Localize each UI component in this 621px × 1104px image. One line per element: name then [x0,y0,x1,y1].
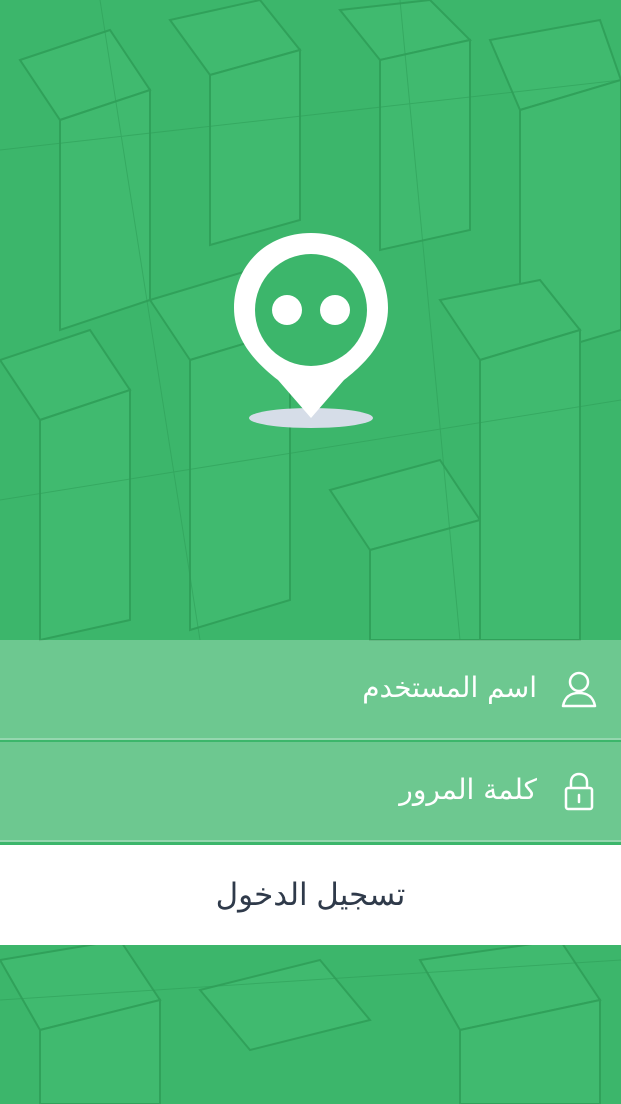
lock-icon [564,772,594,811]
user-icon [561,671,597,708]
password-placeholder: كلمة المرور [399,772,537,806]
username-field[interactable]: اسم المستخدم [0,640,621,740]
login-button[interactable]: تسجيل الدخول [0,845,621,945]
login-button-label: تسجيل الدخول [215,877,406,912]
login-screen: اسم المستخدم كلمة المرور تسجيل الدخول [0,0,621,1104]
password-field[interactable]: كلمة المرور [0,742,621,842]
username-placeholder: اسم المستخدم [362,670,537,704]
location-pin-chat-icon [234,233,388,428]
